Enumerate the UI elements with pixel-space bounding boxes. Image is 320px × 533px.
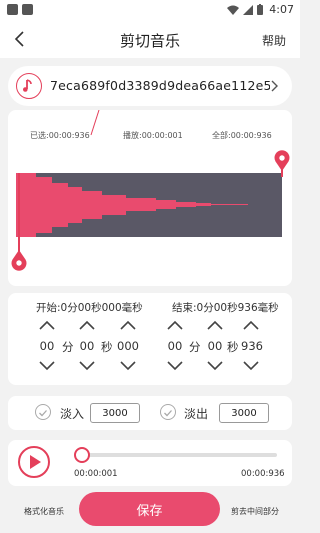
cut-middle-button[interactable]: 剪去中间部分 <box>231 506 279 517</box>
start-minute-up-icon[interactable] <box>38 320 56 330</box>
header: 剪切音乐 帮助 <box>0 20 300 58</box>
file-selector[interactable]: 7eca689f0d3389d9dea66ae112e5... <box>8 66 292 106</box>
bottom-bar: 格式化音乐 保存 剪去中间部分 <box>0 490 300 533</box>
fade-in-input[interactable] <box>90 403 140 423</box>
end-millis-down-icon[interactable] <box>242 361 260 371</box>
battery-icon <box>257 4 264 15</box>
end-second-unit: 秒 <box>227 340 239 354</box>
fade-out-label: 淡出 <box>184 407 209 421</box>
end-second-down-icon[interactable] <box>206 361 224 371</box>
progress-track[interactable] <box>82 453 277 457</box>
total-time: 00:00:936 <box>241 469 285 479</box>
start-minutes: 00 <box>39 339 55 353</box>
fade-in-label: 淡入 <box>60 407 85 421</box>
selected-duration: 已选:00:00:936 <box>30 131 90 140</box>
notification-icon <box>7 4 18 15</box>
end-minutes: 00 <box>167 339 183 353</box>
time-adjust-panel: 开始:0分00秒000毫秒 结束:0分00秒936毫秒 00 分 00 秒 00… <box>8 293 292 385</box>
end-millis: 936 <box>241 339 263 353</box>
play-icon <box>30 455 41 469</box>
music-note-icon <box>16 73 42 99</box>
start-millis: 000 <box>117 339 139 353</box>
start-minute-unit: 分 <box>62 340 74 354</box>
current-time: 00:00:001 <box>74 469 118 479</box>
help-button[interactable]: 帮助 <box>262 32 286 49</box>
start-millis-up-icon[interactable] <box>119 320 137 330</box>
start-marker-line <box>18 173 20 257</box>
start-millis-down-icon[interactable] <box>119 361 137 371</box>
waveform <box>16 173 248 237</box>
status-bar: 4:07 <box>0 0 300 20</box>
end-minute-up-icon[interactable] <box>166 320 184 330</box>
fade-out-checkbox[interactable] <box>160 404 176 420</box>
fade-panel: 淡入 淡出 <box>8 396 292 430</box>
end-minute-down-icon[interactable] <box>166 361 184 371</box>
end-time-label: 结束:0分00秒936毫秒 <box>172 302 279 314</box>
start-minute-down-icon[interactable] <box>38 361 56 371</box>
play-button[interactable] <box>18 446 50 478</box>
start-second-up-icon[interactable] <box>78 320 96 330</box>
fade-in-checkbox[interactable] <box>35 404 51 420</box>
format-music-button[interactable]: 格式化音乐 <box>24 506 64 517</box>
progress-thumb[interactable] <box>74 447 90 463</box>
end-minute-unit: 分 <box>189 340 201 354</box>
clock: 4:07 <box>269 3 294 16</box>
end-millis-up-icon[interactable] <box>242 320 260 330</box>
fade-out-input[interactable] <box>219 403 269 423</box>
play-position: 播放:00:00:001 <box>123 131 183 140</box>
signal-icon <box>243 4 254 15</box>
end-handle-icon[interactable] <box>273 150 291 172</box>
wifi-icon <box>227 5 240 15</box>
start-seconds: 00 <box>79 339 95 353</box>
page-title: 剪切音乐 <box>119 32 180 50</box>
waveform-panel: 已选:00:00:936 播放:00:00:001 全部:00:00:936 <box>8 110 292 286</box>
end-second-up-icon[interactable] <box>206 320 224 330</box>
end-seconds: 00 <box>207 339 223 353</box>
notification-icon <box>22 4 33 15</box>
start-time-label: 开始:0分00秒000毫秒 <box>36 302 143 314</box>
start-handle-icon[interactable] <box>10 250 28 272</box>
player-panel: 00:00:001 00:00:936 <box>8 440 292 486</box>
total-duration: 全部:00:00:936 <box>212 131 272 140</box>
start-second-down-icon[interactable] <box>78 361 96 371</box>
file-name: 7eca689f0d3389d9dea66ae112e5... <box>50 78 270 93</box>
chevron-right-icon[interactable] <box>268 79 282 93</box>
start-second-unit: 秒 <box>101 340 113 354</box>
save-button[interactable]: 保存 <box>79 492 220 526</box>
